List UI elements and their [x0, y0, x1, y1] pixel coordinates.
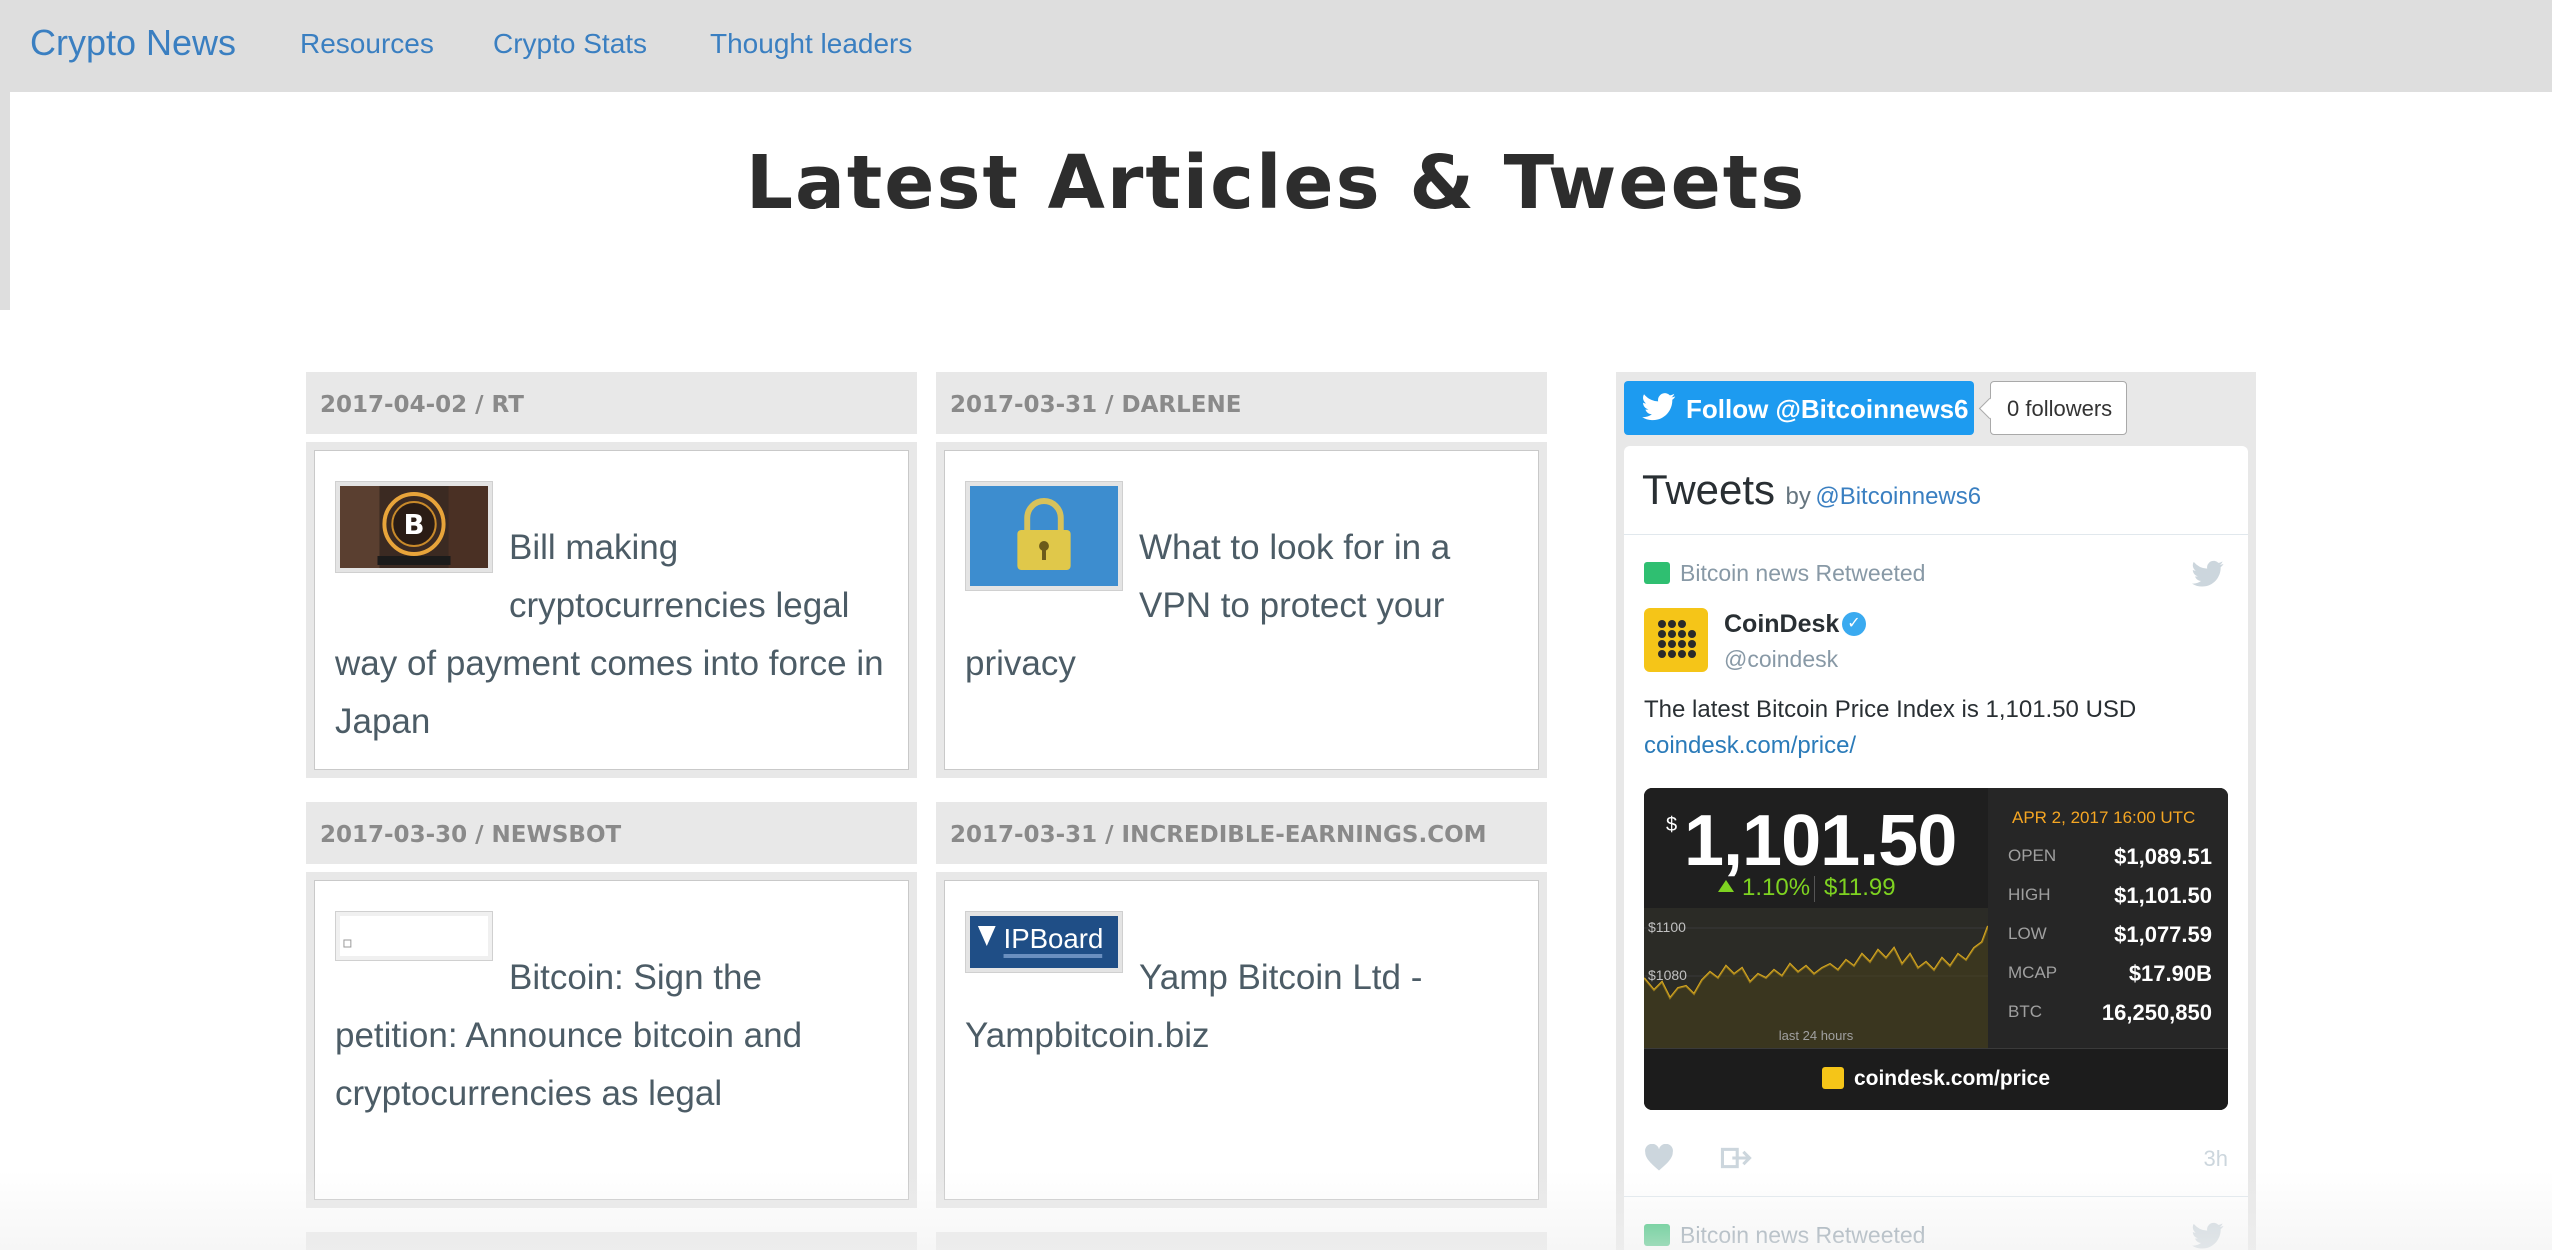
price-panel: $ 1,101.50 1.10% $11.99 $1100 $1080 last… — [1644, 788, 1988, 1048]
tweet-text: The latest Bitcoin Price Index is 1,101.… — [1644, 696, 2137, 723]
stat-value: $1,101.50 — [2114, 883, 2212, 908]
retweet-label: Bitcoin news Retweeted — [1680, 560, 1926, 586]
article-meta: 2017-03-30 / NEWSBOT — [306, 802, 917, 864]
article-thumbnail[interactable] — [965, 481, 1123, 591]
follow-button[interactable]: Follow @Bitcoinnews6 — [1624, 381, 1974, 435]
stat-value: $1,089.51 — [2114, 844, 2212, 869]
bitcoin-accepted-icon: B — [340, 486, 488, 568]
page-title: Latest Articles & Tweets — [745, 140, 1807, 226]
avatar[interactable] — [1644, 608, 1708, 672]
timeline-header: Tweets by @Bitcoinnews6 — [1642, 466, 1981, 514]
divider — [1624, 1196, 2248, 1197]
coindesk-footer-link[interactable]: coindesk.com/price — [1644, 1048, 2228, 1110]
footer-label: coindesk.com/price — [1853, 1067, 2051, 1090]
tweets-timeline: Tweets by @Bitcoinnews6 Bitcoin news Ret… — [1624, 446, 2248, 1250]
retweet-icon — [1644, 1224, 1670, 1246]
timeline-handle-link[interactable]: @Bitcoinnews6 — [1815, 483, 1981, 510]
twitter-bird-icon — [1642, 393, 1676, 421]
article-card: What to look for in a VPN to protect you… — [936, 442, 1547, 778]
tweet-timestamp[interactable]: 3h — [2204, 1146, 2228, 1172]
article-card: Bitcoin: Sign the petition: Announce bit… — [306, 872, 917, 1208]
timeline-title: Tweets — [1642, 466, 1776, 513]
article-thumbnail[interactable]: IPBoard — [965, 911, 1123, 973]
article-card: B Bill making cryptocurrencies legal way… — [306, 442, 917, 778]
author-handle-link[interactable]: @coindesk — [1724, 646, 1838, 673]
price-sparkline: $1100 $1080 last 24 hours — [1644, 908, 1988, 1048]
nav-thought-leaders[interactable]: Thought leaders — [710, 28, 912, 60]
article-thumbnail[interactable]: B — [335, 481, 493, 573]
change-absolute: $11.99 — [1824, 874, 1896, 901]
padlock-icon — [970, 486, 1118, 586]
stat-value: $17.90B — [2128, 961, 2212, 986]
timeline-by: by — [1785, 483, 1811, 510]
ipboard-logo-icon: IPBoard — [970, 916, 1118, 968]
stat-key: HIGH — [2008, 885, 2051, 904]
coindesk-price-card[interactable]: $ 1,101.50 1.10% $11.99 $1100 $1080 last… — [1644, 788, 2228, 1110]
follow-button-label: Follow @Bitcoinnews6 — [1686, 394, 1969, 424]
article-meta-partial — [936, 1232, 1547, 1250]
nav-crypto-stats[interactable]: Crypto Stats — [493, 28, 647, 60]
article-meta: 2017-04-02 / RT — [306, 372, 917, 434]
coindesk-logo-icon — [1658, 620, 1696, 658]
article-card: IPBoard Yamp Bitcoin Ltd - Yampbitcoin.b… — [936, 872, 1547, 1208]
stat-key: BTC — [2008, 1002, 2042, 1021]
stat-value: 16,250,850 — [2101, 1000, 2212, 1025]
range-label: last 24 hours — [1779, 1028, 1854, 1043]
like-icon[interactable] — [1644, 1144, 1674, 1172]
up-arrow-icon — [1718, 880, 1734, 892]
followers-count: 0 followers — [1990, 381, 2128, 435]
tweet-link[interactable]: coindesk.com/price/ — [1644, 732, 1856, 760]
price-date: APR 2, 2017 16:00 UTC — [2012, 808, 2196, 827]
tweet-actions: 3h — [1644, 1140, 2228, 1180]
top-navbar: Crypto News Resources Crypto Stats Thoug… — [0, 0, 2552, 92]
stats-panel: APR 2, 2017 16:00 UTC OPEN $1,089.51 HIG… — [1988, 788, 2228, 1048]
y-label-1100: $1100 — [1648, 919, 1686, 935]
author-name-link[interactable]: CoinDesk — [1724, 610, 1839, 639]
stat-key: OPEN — [2008, 846, 2057, 865]
brand-link[interactable]: Crypto News — [30, 22, 236, 64]
verified-badge-icon: ✓ — [1842, 612, 1866, 636]
divider — [1624, 534, 2248, 535]
article-thumbnail[interactable] — [335, 911, 493, 961]
article-meta: 2017-03-31 / INCREDIBLE-EARNINGS.COM — [936, 802, 1547, 864]
stat-value: $1,077.59 — [2114, 922, 2212, 947]
twitter-bird-icon[interactable] — [2192, 560, 2224, 588]
stat-key: LOW — [2008, 924, 2047, 943]
nav-resources[interactable]: Resources — [300, 28, 434, 60]
price-value: 1,101.50 — [1684, 801, 1957, 881]
y-label-1080: $1080 — [1648, 967, 1687, 983]
currency-symbol: $ — [1666, 814, 1678, 836]
divider — [1814, 876, 1815, 902]
retweet-label: Bitcoin news Retweeted — [1680, 1222, 1926, 1248]
change-percent: 1.10% — [1742, 874, 1811, 901]
broken-image-icon — [340, 916, 488, 956]
coindesk-small-icon — [1821, 1067, 1844, 1089]
retweet-icon — [1644, 562, 1670, 584]
article-meta: 2017-03-31 / DARLENE — [936, 372, 1547, 434]
svg-text:IPBoard: IPBoard — [1004, 923, 1104, 954]
stat-key: MCAP — [2008, 963, 2058, 982]
article-meta-partial — [306, 1232, 917, 1250]
twitter-bird-icon[interactable] — [2192, 1222, 2224, 1250]
share-icon[interactable] — [1720, 1144, 1752, 1172]
svg-text:B: B — [403, 508, 424, 541]
